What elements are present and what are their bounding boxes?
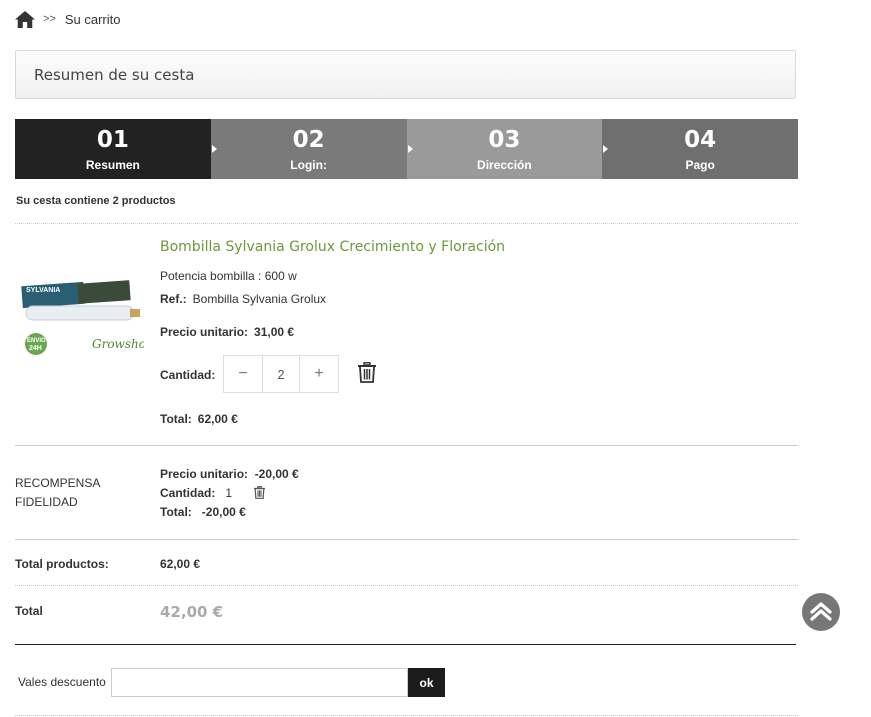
step-arrow-icon bbox=[407, 145, 413, 153]
trash-icon[interactable] bbox=[254, 486, 265, 504]
product-unit-price: Precio unitario: 31,00 € bbox=[160, 325, 294, 339]
divider bbox=[15, 644, 796, 645]
product-image[interactable]: SYLVANIA ENVIO 24H Growshop bbox=[18, 240, 154, 366]
quantity-label: Cantidad: bbox=[160, 368, 216, 382]
breadcrumb-separator: >> bbox=[43, 13, 56, 25]
voucher-label: Vales descuento bbox=[18, 675, 106, 689]
unit-price-value: 31,00 € bbox=[254, 325, 295, 339]
page-title: Resumen de su cesta bbox=[34, 66, 195, 84]
step-label: Pago bbox=[685, 158, 715, 172]
quantity-input[interactable]: 2 bbox=[263, 355, 299, 393]
total-products-label: Total productos: bbox=[15, 557, 109, 571]
breadcrumb: >> Su carrito bbox=[15, 8, 121, 30]
cart-count-text: Su cesta contiene 2 productos bbox=[16, 195, 176, 207]
product-total: Total: 62,00 € bbox=[160, 412, 238, 426]
step-address[interactable]: 03 Dirección bbox=[406, 119, 609, 179]
ref-value: Bombilla Sylvania Grolux bbox=[192, 292, 327, 306]
reward-unit-price-value: -20,00 € bbox=[254, 467, 299, 481]
grand-total-value: 42,00 € bbox=[160, 603, 224, 621]
divider bbox=[15, 585, 798, 586]
step-label: Resumen bbox=[85, 158, 140, 172]
quantity-stepper: − 2 + bbox=[223, 355, 339, 393]
reward-quantity-label: Cantidad: bbox=[160, 486, 216, 500]
reward-total-value: -20,00 € bbox=[201, 505, 246, 519]
checkout-steps: 01 Resumen 02 Login: 03 Dirección 04 Pag… bbox=[15, 119, 798, 179]
scroll-to-top-button[interactable] bbox=[802, 593, 840, 631]
step-login[interactable]: 02 Login: bbox=[210, 119, 413, 179]
page-title-box: Resumen de su cesta bbox=[15, 50, 796, 99]
divider bbox=[15, 223, 798, 224]
reward-quantity: Cantidad: 1 bbox=[160, 486, 232, 500]
svg-text:Growshop: Growshop bbox=[92, 337, 144, 351]
reward-unit-price: Precio unitario: -20,00 € bbox=[160, 467, 299, 481]
total-products-value: 62,00 € bbox=[160, 557, 201, 571]
voucher-input[interactable] bbox=[111, 668, 408, 697]
reward-unit-price-label: Precio unitario: bbox=[160, 467, 249, 481]
step-number: 01 bbox=[96, 127, 129, 153]
decrease-quantity-button[interactable]: − bbox=[223, 355, 263, 393]
product-name-link[interactable]: Bombilla Sylvania Grolux Crecimiento y F… bbox=[160, 239, 505, 255]
step-arrow-icon bbox=[603, 145, 609, 153]
reward-name: Recompensa fidelidad bbox=[15, 476, 100, 509]
product-attribute: Potencia bombilla : 600 w bbox=[160, 269, 297, 283]
step-arrow-icon bbox=[211, 145, 217, 153]
svg-text:24H: 24H bbox=[29, 345, 42, 352]
reward-total-label: Total: bbox=[160, 505, 192, 519]
ref-label: Ref.: bbox=[160, 292, 187, 306]
step-label: Login: bbox=[290, 158, 327, 172]
reward-total: Total: -20,00 € bbox=[160, 505, 246, 519]
step-payment[interactable]: 04 Pago bbox=[602, 119, 798, 179]
step-number: 04 bbox=[684, 127, 717, 153]
divider bbox=[15, 445, 798, 446]
step-number: 02 bbox=[292, 127, 325, 153]
breadcrumb-current: Su carrito bbox=[64, 11, 121, 27]
svg-text:ENVIO: ENVIO bbox=[27, 338, 46, 344]
step-label: Dirección bbox=[477, 158, 532, 172]
unit-price-label: Precio unitario: bbox=[160, 325, 249, 339]
voucher-submit-button[interactable]: ok bbox=[408, 668, 445, 697]
chevron-up-icon bbox=[810, 602, 832, 621]
increase-quantity-button[interactable]: + bbox=[299, 355, 339, 393]
total-label: Total: bbox=[160, 412, 192, 426]
divider bbox=[15, 539, 798, 540]
reward-quantity-value: 1 bbox=[225, 486, 233, 500]
product-ref: Ref.: Bombilla Sylvania Grolux bbox=[160, 292, 326, 306]
total-value: 62,00 € bbox=[197, 412, 238, 426]
step-summary[interactable]: 01 Resumen bbox=[15, 119, 217, 179]
trash-icon[interactable] bbox=[358, 362, 376, 388]
divider bbox=[15, 715, 798, 716]
brand-text: SYLVANIA bbox=[26, 287, 60, 294]
home-icon[interactable] bbox=[15, 10, 35, 28]
step-number: 03 bbox=[488, 127, 521, 153]
grand-total-label: Total bbox=[15, 604, 43, 618]
